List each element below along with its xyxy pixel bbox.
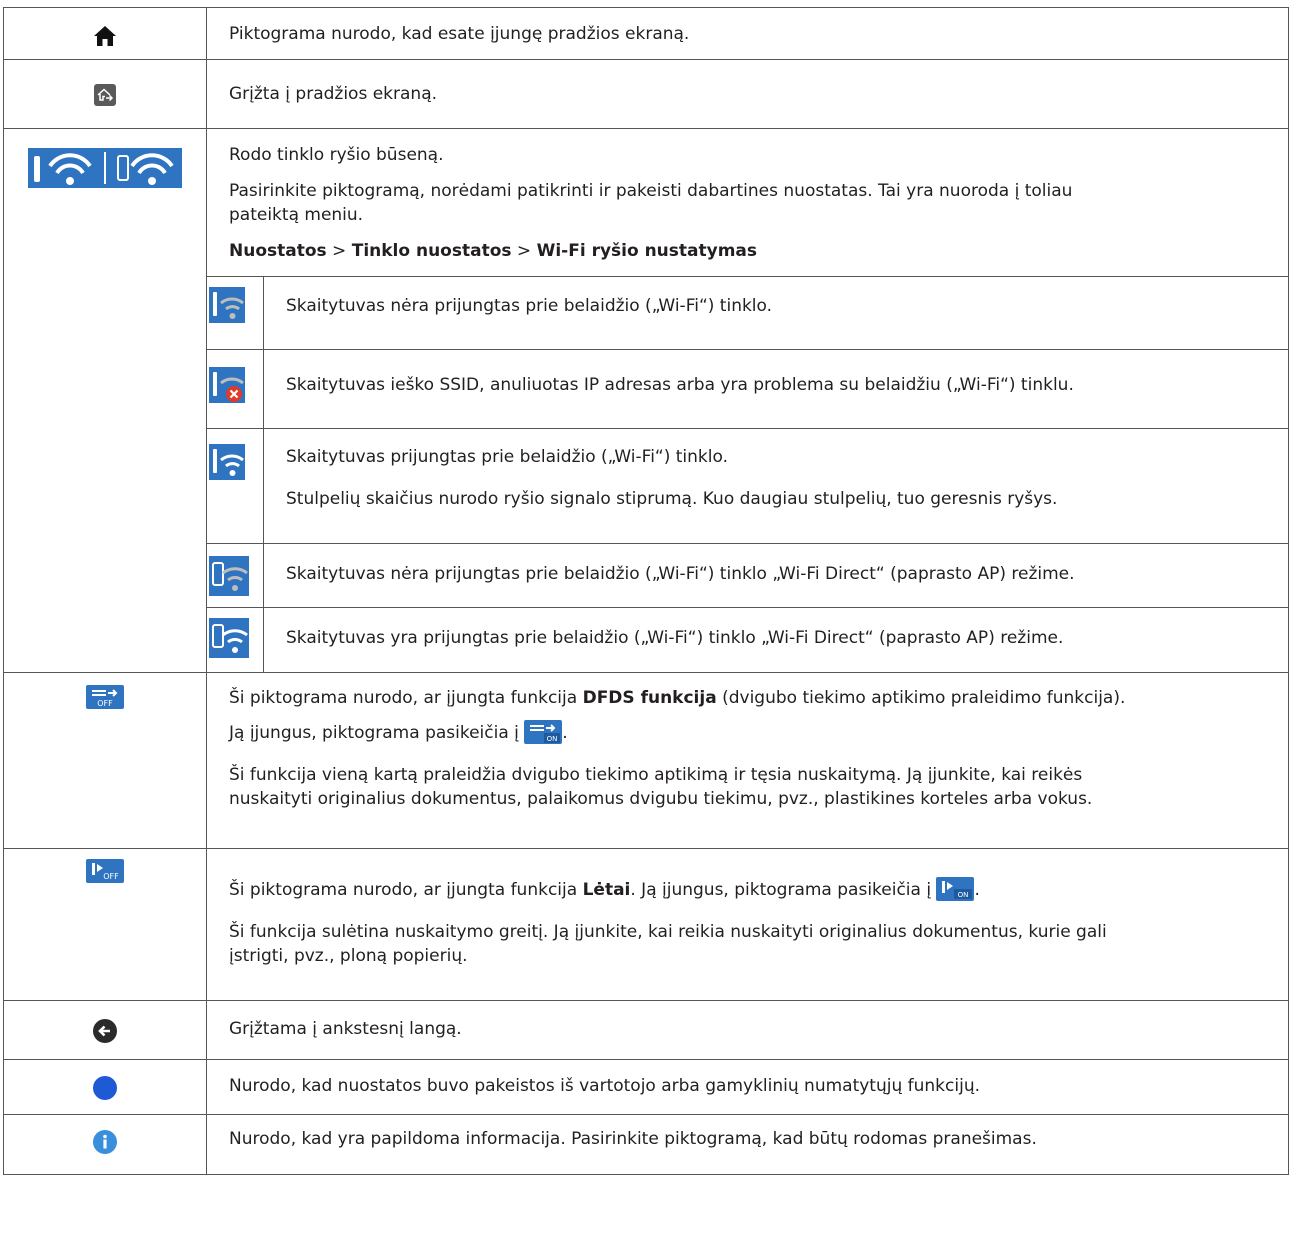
icon-cell bbox=[207, 349, 264, 429]
row-text: Stulpelių skaičius nurodo ryšio signalo … bbox=[286, 489, 1058, 509]
row-text: Skaitytuvas ieško SSID, anuliuotas IP ad… bbox=[286, 375, 1074, 395]
row-text: Nurodo, kad yra papildoma informacija. P… bbox=[229, 1128, 1037, 1149]
table-row: Skaitytuvas prijungtas prie belaidžio („… bbox=[207, 428, 1288, 544]
table-row: Skaitytuvas nėra prijungtas prie belaidž… bbox=[207, 276, 1288, 350]
icon-cell bbox=[3, 1113, 207, 1175]
description-cell: Skaitytuvas nėra prijungtas prie belaidž… bbox=[263, 543, 1288, 608]
text-segment: . bbox=[974, 879, 980, 900]
slow-off-label: OFF bbox=[103, 872, 119, 881]
icon-cell bbox=[3, 7, 207, 60]
description-cell: Piktograma nurodo, kad esate įjungę prad… bbox=[206, 7, 1289, 60]
menu-separator: > bbox=[326, 241, 352, 261]
info-icon bbox=[93, 1129, 117, 1159]
icon-cell bbox=[207, 276, 264, 350]
dfds-off-label: OFF bbox=[97, 699, 113, 708]
row-text: Skaitytuvas nėra prijungtas prie belaidž… bbox=[286, 296, 773, 316]
description-cell: Grįžta į pradžios ekraną. bbox=[206, 59, 1289, 129]
table-row: Nurodo, kad yra papildoma informacija. P… bbox=[3, 1113, 1289, 1175]
description-cell: Skaitytuvas ieško SSID, anuliuotas IP ad… bbox=[263, 349, 1288, 429]
table-row: OFF Ši piktograma nurodo, ar įjungta fun… bbox=[3, 847, 1289, 1001]
icon-cell bbox=[3, 999, 207, 1060]
wifi-status-subtable: Skaitytuvas nėra prijungtas prie belaidž… bbox=[207, 276, 1288, 672]
row-text: Skaitytuvas prijungtas prie belaidžio („… bbox=[286, 447, 728, 467]
row-text: nuskaityti originalius dokumentus, palai… bbox=[229, 788, 1093, 809]
description-cell: Grįžtama į ankstesnį langą. bbox=[206, 999, 1289, 1060]
home-icon bbox=[93, 25, 117, 52]
text-segment: Ši piktograma nurodo, ar įjungta funkcij… bbox=[229, 879, 583, 900]
table-row: Skaitytuvas ieško SSID, anuliuotas IP ad… bbox=[207, 349, 1288, 429]
row-text: Ši funkcija vieną kartą praleidžia dvigu… bbox=[229, 764, 1083, 785]
row-text: Skaitytuvas yra prijungtas prie belaidži… bbox=[286, 628, 1064, 648]
description-cell: Skaitytuvas yra prijungtas prie belaidži… bbox=[263, 607, 1288, 672]
row-text: Ši piktograma nurodo, ar įjungta funkcij… bbox=[207, 849, 1288, 908]
dfds-on-label: ON bbox=[547, 735, 558, 743]
wifi-direct-disconnected-icon bbox=[209, 556, 263, 601]
icon-cell: OFF bbox=[3, 847, 207, 1001]
row-text: Grįžtama į ankstesnį langą. bbox=[229, 1018, 462, 1039]
table-row: OFF Ši piktograma nurodo, ar įjungta fun… bbox=[3, 671, 1289, 849]
row-text: Ši funkcija sulėtina nuskaitymo greitį. … bbox=[229, 921, 1107, 942]
table-row: Grįžta į pradžios ekraną. bbox=[3, 59, 1289, 129]
text-segment: . bbox=[562, 722, 568, 743]
icon-reference-table: Piktograma nurodo, kad esate įjungę prad… bbox=[3, 7, 1289, 1175]
description-cell: Ši piktograma nurodo, ar įjungta funkcij… bbox=[206, 671, 1289, 849]
wifi-direct-connected-icon bbox=[209, 618, 263, 663]
menu-item-wifi-setup: Wi-Fi ryšio nustatymas bbox=[536, 241, 758, 261]
table-row: Rodo tinklo ryšio būseną. Pasirinkite pi… bbox=[3, 128, 1289, 673]
row-text: pateiktą meniu. bbox=[229, 205, 364, 225]
table-row: Skaitytuvas nėra prijungtas prie belaidž… bbox=[207, 543, 1288, 608]
wifi-status-icons bbox=[28, 148, 182, 193]
back-arrow-icon bbox=[93, 1018, 117, 1048]
icon-cell bbox=[207, 428, 264, 544]
dfds-on-icon: ON bbox=[524, 719, 563, 751]
slow-on-label: ON bbox=[958, 891, 969, 899]
menu-path: Nuostatos > Tinklo nuostatos > Wi-Fi ryš… bbox=[207, 227, 1288, 263]
description-cell: Rodo tinklo ryšio būseną. Pasirinkite pi… bbox=[206, 128, 1289, 673]
row-text: Ši piktograma nurodo, ar įjungta funkcij… bbox=[207, 673, 1288, 710]
text-segment: Ją įjungus, piktograma pasikeičia į bbox=[229, 722, 525, 743]
icon-cell bbox=[3, 59, 207, 129]
description-cell: Ši piktograma nurodo, ar įjungta funkcij… bbox=[206, 847, 1289, 1001]
text-segment: (dvigubo tiekimo aptikimo praleidimo fun… bbox=[716, 687, 1126, 708]
description-cell: Skaitytuvas nėra prijungtas prie belaidž… bbox=[263, 276, 1288, 350]
row-text: Ją įjungus, piktograma pasikeičia į ON. bbox=[207, 710, 1288, 751]
changed-setting-dot-icon bbox=[93, 1075, 117, 1105]
icon-cell bbox=[3, 128, 207, 673]
slow-off-icon: OFF bbox=[86, 858, 124, 888]
return-home-icon bbox=[94, 84, 116, 111]
dfds-off-icon: OFF bbox=[86, 684, 124, 714]
text-segment: Ši piktograma nurodo, ar įjungta funkcij… bbox=[229, 687, 583, 708]
icon-cell bbox=[207, 543, 264, 608]
menu-separator: > bbox=[511, 241, 537, 261]
table-row: Nurodo, kad nuostatos buvo pakeistos iš … bbox=[3, 1058, 1289, 1115]
table-row: Grįžtama į ankstesnį langą. bbox=[3, 999, 1289, 1060]
row-text: Skaitytuvas nėra prijungtas prie belaidž… bbox=[286, 564, 1075, 584]
wifi-disconnected-icon bbox=[209, 287, 263, 328]
table-row: Skaitytuvas yra prijungtas prie belaidži… bbox=[207, 607, 1288, 672]
row-text: įstrigti, pvz., ploną popierių. bbox=[229, 945, 468, 966]
row-text: Nurodo, kad nuostatos buvo pakeistos iš … bbox=[229, 1075, 980, 1096]
description-cell: Skaitytuvas prijungtas prie belaidžio („… bbox=[263, 428, 1288, 544]
row-text: Piktograma nurodo, kad esate įjungę prad… bbox=[229, 24, 690, 44]
row-text: Rodo tinklo ryšio būseną. bbox=[229, 145, 444, 165]
icon-cell: OFF bbox=[3, 671, 207, 849]
row-text: Pasirinkite piktogramą, norėdami patikri… bbox=[229, 181, 1073, 201]
feature-name: Lėtai bbox=[582, 879, 631, 900]
description-cell: Nurodo, kad nuostatos buvo pakeistos iš … bbox=[206, 1058, 1289, 1115]
icon-cell bbox=[3, 1058, 207, 1115]
table-row: Piktograma nurodo, kad esate įjungę prad… bbox=[3, 7, 1289, 60]
menu-item-settings: Nuostatos bbox=[229, 241, 327, 261]
wifi-error-icon bbox=[209, 367, 263, 408]
wifi-connected-icon bbox=[209, 444, 263, 485]
menu-item-network-settings: Tinklo nuostatos bbox=[351, 241, 512, 261]
slow-on-icon: ON bbox=[936, 876, 975, 908]
row-text: Grįžta į pradžios ekraną. bbox=[229, 84, 438, 104]
text-segment: . Ją įjungus, piktograma pasikeičia į bbox=[630, 879, 937, 900]
feature-name: DFDS funkcija bbox=[582, 687, 717, 708]
icon-cell bbox=[207, 607, 264, 672]
description-cell: Nurodo, kad yra papildoma informacija. P… bbox=[206, 1113, 1289, 1175]
